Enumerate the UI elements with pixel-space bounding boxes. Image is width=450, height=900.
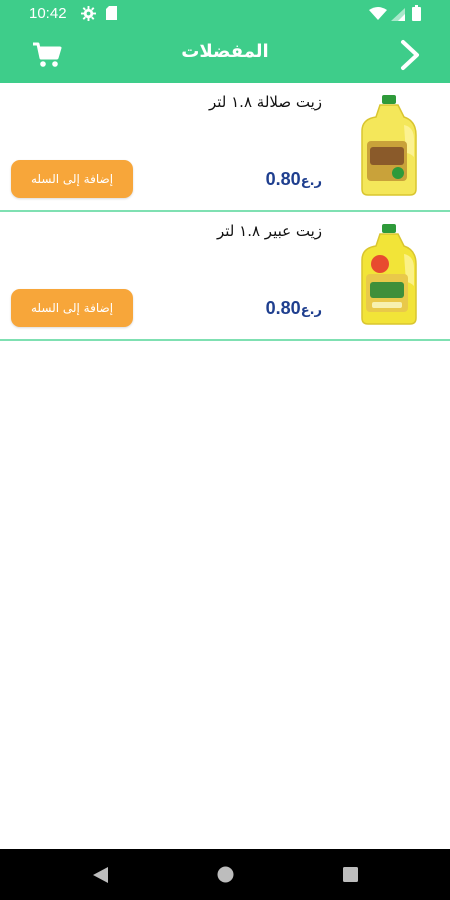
home-circle-icon[interactable]: [216, 865, 235, 884]
app-header: 10:42 المفضلات: [0, 0, 450, 83]
status-bar: 10:42: [0, 0, 450, 28]
battery-icon: [412, 5, 421, 21]
oil-bottle-icon: [361, 224, 417, 325]
page-title: المفضلات: [181, 41, 269, 62]
recents-square-icon[interactable]: [342, 866, 359, 883]
price-value: 0.80: [265, 169, 301, 189]
product-name: زيت عبير ١.٨ لتر: [216, 222, 322, 240]
oil-bottle-icon: [361, 95, 417, 196]
product-price: 0.80ر.ع: [266, 169, 322, 190]
favorites-list: زيت صلالة ١.٨ لتر 0.80ر.ع إضافة إلى السل…: [0, 83, 450, 341]
back-button[interactable]: [395, 38, 425, 72]
back-triangle-icon[interactable]: [91, 866, 109, 884]
wifi-icon: [369, 7, 387, 20]
signal-icon: [391, 8, 405, 21]
gear-icon: [81, 6, 96, 21]
status-time: 10:42: [29, 5, 67, 22]
list-item[interactable]: زيت صلالة ١.٨ لتر 0.80ر.ع إضافة إلى السل…: [0, 83, 450, 212]
chevron-right-icon: [401, 40, 419, 70]
sd-card-icon: [106, 6, 117, 20]
price-value: 0.80: [265, 298, 301, 318]
system-nav-bar: [0, 849, 450, 900]
add-to-cart-button[interactable]: إضافة إلى السله: [11, 289, 133, 327]
list-item[interactable]: زيت عبير ١.٨ لتر 0.80ر.ع إضافة إلى السله: [0, 212, 450, 341]
product-price: 0.80ر.ع: [266, 298, 322, 319]
price-currency: ر.ع: [300, 174, 322, 189]
add-to-cart-button[interactable]: إضافة إلى السله: [11, 160, 133, 198]
price-currency: ر.ع: [300, 303, 322, 318]
product-name: زيت صلالة ١.٨ لتر: [208, 93, 322, 111]
